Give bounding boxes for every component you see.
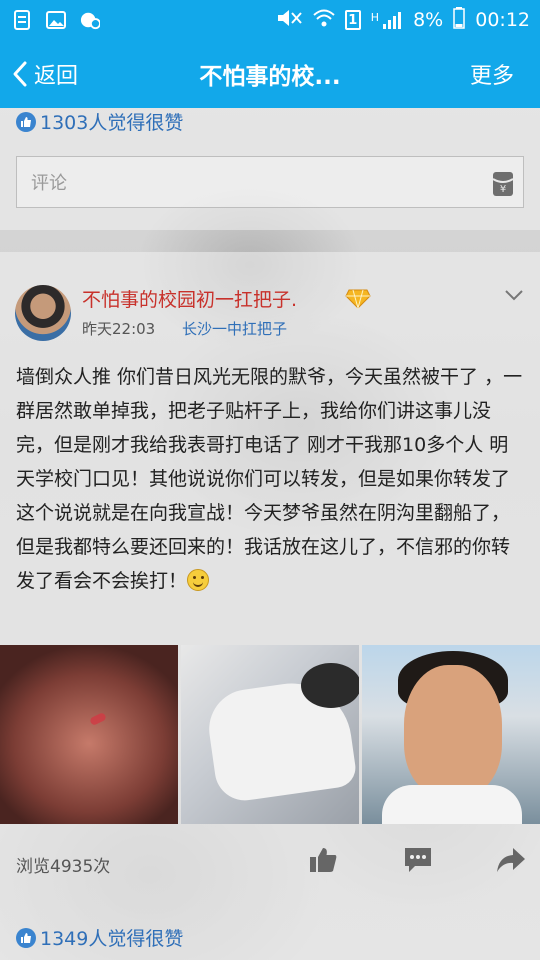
battery-icon <box>453 6 465 34</box>
mute-icon <box>275 8 303 33</box>
photo-thumbnail[interactable] <box>0 645 178 824</box>
photo-detail <box>301 663 359 708</box>
photo-thumbnail[interactable] <box>362 645 540 824</box>
nav-bar: 返回 不怕事的校... 更多 <box>0 40 540 108</box>
post-likes-text: 1349人觉得很赞 <box>40 928 184 950</box>
like-badge-icon <box>16 111 36 132</box>
notes-icon <box>12 10 32 30</box>
previous-post-likes-text: 1303人觉得很赞 <box>40 112 184 134</box>
previous-post-likes[interactable]: 1303人觉得很赞 <box>16 108 183 135</box>
share-icon[interactable] <box>496 846 526 878</box>
image-icon <box>46 10 66 30</box>
photo-detail <box>382 785 522 824</box>
view-count: 浏览4935次 <box>16 857 111 877</box>
post-location[interactable]: 长沙一中扛把子 <box>182 318 287 339</box>
wifi-icon <box>313 8 335 33</box>
post-time: 昨天22:03 <box>82 320 156 338</box>
clock: 00:12 <box>475 9 530 31</box>
like-badge-icon <box>16 927 36 948</box>
author-name[interactable]: 不怕事的校园初一扛把子. <box>82 285 297 312</box>
status-bar: 1 H 8% 00:12 <box>0 0 540 40</box>
page-title: 不怕事的校... <box>199 64 341 90</box>
post-likes[interactable]: 1349人觉得很赞 <box>16 924 183 951</box>
chevron-left-icon <box>13 61 27 87</box>
photo-detail <box>404 665 502 797</box>
network-type-label: H <box>370 11 380 24</box>
back-button[interactable]: 返回 <box>12 58 78 90</box>
avatar[interactable] <box>15 285 71 341</box>
photo-thumbnail[interactable] <box>181 645 359 824</box>
post-card: 不怕事的校园初一扛把子. 昨天22:03 长沙一中扛把子 墙倒众人推 你们昔日风… <box>0 252 540 960</box>
comment-input[interactable]: 评论 ¥ <box>16 156 524 208</box>
red-packet-icon[interactable]: ¥ <box>491 170 515 203</box>
more-button[interactable]: 更多 <box>470 58 514 90</box>
qq-notify-icon <box>80 10 100 30</box>
photo-detail <box>89 711 107 727</box>
comment-icon[interactable] <box>403 846 433 878</box>
signal-icon: H <box>371 11 403 29</box>
battery-percent: 8% <box>413 9 444 31</box>
thumbs-up-icon[interactable] <box>308 846 338 878</box>
comment-placeholder: 评论 <box>31 173 67 194</box>
sim-icon: 1 <box>344 10 361 30</box>
previous-post-card: 1303人觉得很赞 评论 ¥ <box>0 108 540 230</box>
back-label: 返回 <box>34 64 79 89</box>
post-body: 墙倒众人推 你们昔日风光无限的默爷，今天虽然被干了 ，一群居然敢单掉我，把老子贴… <box>16 360 524 598</box>
vip-diamond-icon <box>345 288 371 314</box>
post-text: 墙倒众人推 你们昔日风光无限的默爷，今天虽然被干了 ，一群居然敢单掉我，把老子贴… <box>16 366 523 592</box>
smile-emoji-icon <box>187 569 210 591</box>
svg-text:¥: ¥ <box>500 184 506 195</box>
chevron-down-icon[interactable] <box>504 286 524 305</box>
photo-grid <box>0 645 540 824</box>
